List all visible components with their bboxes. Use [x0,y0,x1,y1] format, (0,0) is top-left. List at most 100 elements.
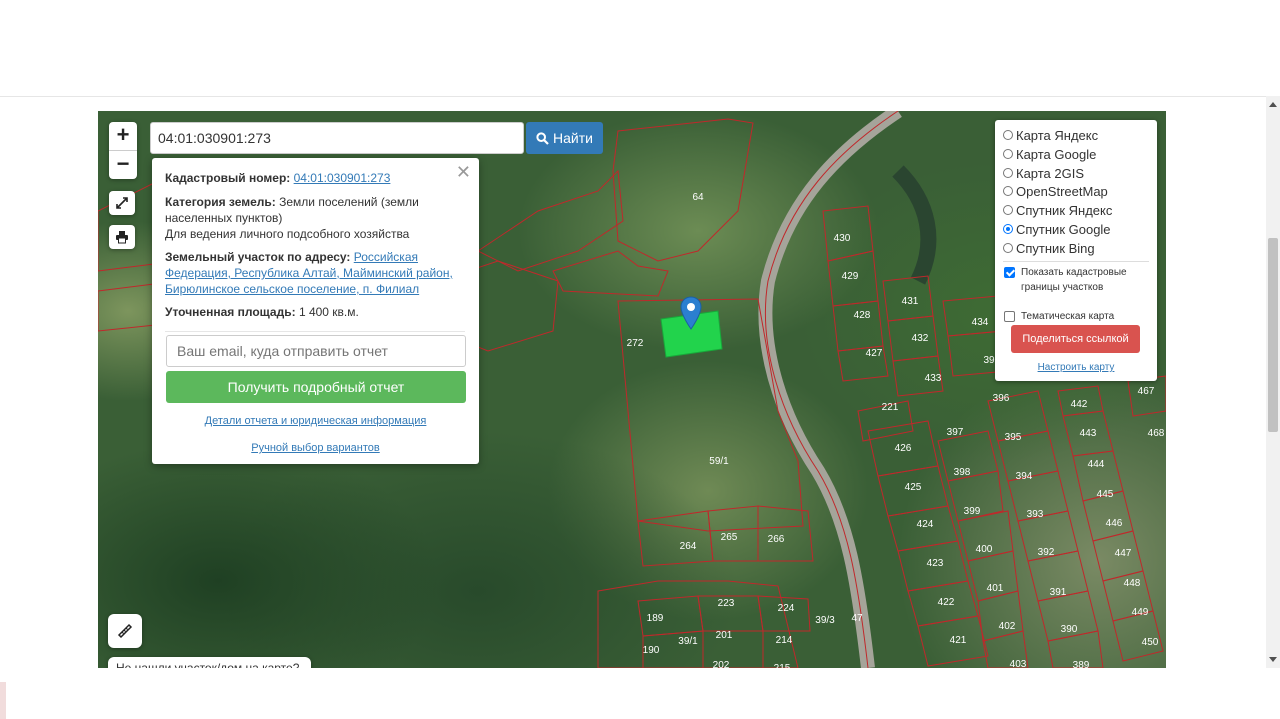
address-link-line3[interactable]: Бирюлинское сельское поселение, п. Филиа… [165,282,419,296]
parcel-label: 422 [938,597,955,608]
parcel-label: 468 [1148,428,1165,439]
layer-option-yandex-map[interactable]: Карта Яндекс [1003,126,1098,144]
address-row: Земельный участок по адресу: Российская … [165,249,455,297]
configure-map-link[interactable]: Настроить карту [995,362,1157,373]
parcel-label: 446 [1106,518,1123,529]
thematic-map-option[interactable]: Тематическая карта [1004,309,1114,324]
layer-option-label: Карта 2GIS [1016,165,1085,181]
radio-button[interactable] [1003,243,1013,253]
radio-button[interactable] [1003,205,1013,215]
parcel-label: 467 [1138,386,1155,397]
email-field[interactable] [166,335,466,367]
parcel-label: 401 [987,583,1004,594]
page-header [0,0,1266,97]
radio-button[interactable] [1003,149,1013,159]
cadastral-number-label: Кадастровый номер: [165,171,291,185]
address-link-line2[interactable]: Федерация, Республика Алтай, Майминский … [165,266,453,280]
address-link[interactable]: Российская [354,250,418,264]
layer-option-2gis-map[interactable]: Карта 2GIS [1003,164,1084,182]
parcel-label: 390 [1061,624,1078,635]
parcel-info-popup: ✕ Кадастровый номер: 04:01:030901:273 Ка… [152,158,479,464]
show-borders-text-cont: границы участков [1021,282,1104,293]
parcel-label: 392 [1038,547,1055,558]
checkbox[interactable] [1004,311,1015,322]
parcel-label: 214 [776,635,793,646]
checkbox[interactable] [1004,267,1015,278]
radio-button[interactable] [1003,168,1013,178]
parcel-label: 39 [983,355,995,366]
parcel-label: 426 [895,443,912,454]
parcel-label: 202 [713,660,730,668]
parcel-label: 403 [1010,659,1027,668]
page-footer [0,668,1280,719]
parcel-label: 430 [834,233,851,244]
parcel-label: 428 [854,310,871,321]
report-details-link[interactable]: Детали отчета и юридическая информация [152,415,479,427]
land-category-label: Категория земель: [165,195,276,209]
fullscreen-button[interactable] [109,191,135,215]
parcel-label: 442 [1071,399,1088,410]
share-link-button[interactable]: Поделиться ссылкой [1011,325,1140,353]
layer-option-label: Спутник Bing [1016,240,1095,256]
manual-selection-link[interactable]: Ручной выбор вариантов [152,442,479,454]
parcel-label: 265 [721,532,738,543]
parcel-label: 221 [882,402,899,413]
area-label: Уточненная площадь: [165,305,296,319]
address-label: Земельный участок по адресу: [165,250,351,264]
search-button[interactable]: Найти [526,122,603,154]
close-icon[interactable]: ✕ [456,162,471,183]
layer-option-label: Карта Google [1016,146,1097,162]
parcel-label: 391 [1050,587,1067,598]
print-button[interactable] [109,225,135,249]
parcel-label: 433 [925,373,942,384]
get-report-button[interactable]: Получить подробный отчет [166,371,466,403]
parcel-label: 394 [1016,471,1033,482]
radio-button-selected[interactable] [1003,224,1013,234]
parcel-label: 424 [917,519,934,530]
zoom-control: + − [109,122,137,179]
parcel-label: 434 [972,317,989,328]
scroll-up-icon[interactable] [1269,102,1277,107]
show-borders-label: Показать кадастровые границы участков [1021,265,1127,295]
scroll-down-icon[interactable] [1269,657,1277,662]
map-view[interactable]: 64 272 59/1 264 265 266 430 429 428 427 … [98,111,1166,668]
zoom-out-button[interactable]: − [109,150,137,179]
search-button-label: Найти [553,130,593,146]
not-found-hint[interactable]: Не нашли участок/дом на карте? [108,657,311,668]
radio-button[interactable] [1003,186,1013,196]
page-scrollbar[interactable] [1266,96,1280,668]
layer-option-google-map[interactable]: Карта Google [1003,145,1096,163]
parcel-label: 450 [1142,637,1159,648]
parcel-label: 264 [680,541,697,552]
parcel-label: 59/1 [709,456,729,467]
ruler-button[interactable] [108,614,142,648]
parcel-label: 398 [954,467,971,478]
search-icon [536,131,549,145]
parcel-label: 423 [927,558,944,569]
parcel-label: 39/1 [678,636,698,647]
area-row: Уточненная площадь: 1 400 кв.м. [165,304,455,320]
layer-option-yandex-satellite[interactable]: Спутник Яндекс [1003,201,1112,219]
layer-option-openstreetmap[interactable]: OpenStreetMap [1003,182,1108,200]
parcel-label: 421 [950,635,967,646]
show-borders-text: Показать кадастровые [1021,267,1127,278]
layer-option-label: Спутник Яндекс [1016,202,1113,218]
parcel-label: 395 [1005,432,1022,443]
parcel-label: 449 [1132,607,1149,618]
zoom-in-button[interactable]: + [109,122,137,150]
parcel-label: 400 [976,544,993,555]
cadastral-number-link[interactable]: 04:01:030901:273 [294,171,391,185]
scroll-thumb[interactable] [1268,238,1278,432]
cadastral-search-input[interactable] [150,122,524,154]
parcel-label: 431 [902,296,919,307]
layer-option-bing-satellite[interactable]: Спутник Bing [1003,239,1095,257]
show-borders-option[interactable]: Показать кадастровые границы участков [1004,265,1127,295]
radio-button[interactable] [1003,130,1013,140]
ruler-icon [117,623,133,639]
parcel-label: 39/3 [815,615,835,626]
expand-icon [116,197,128,209]
parcel-label: 397 [947,427,964,438]
layer-option-google-satellite[interactable]: Спутник Google [1003,220,1111,238]
parcel-label: 429 [842,271,859,282]
map-pin-icon[interactable] [680,296,702,330]
